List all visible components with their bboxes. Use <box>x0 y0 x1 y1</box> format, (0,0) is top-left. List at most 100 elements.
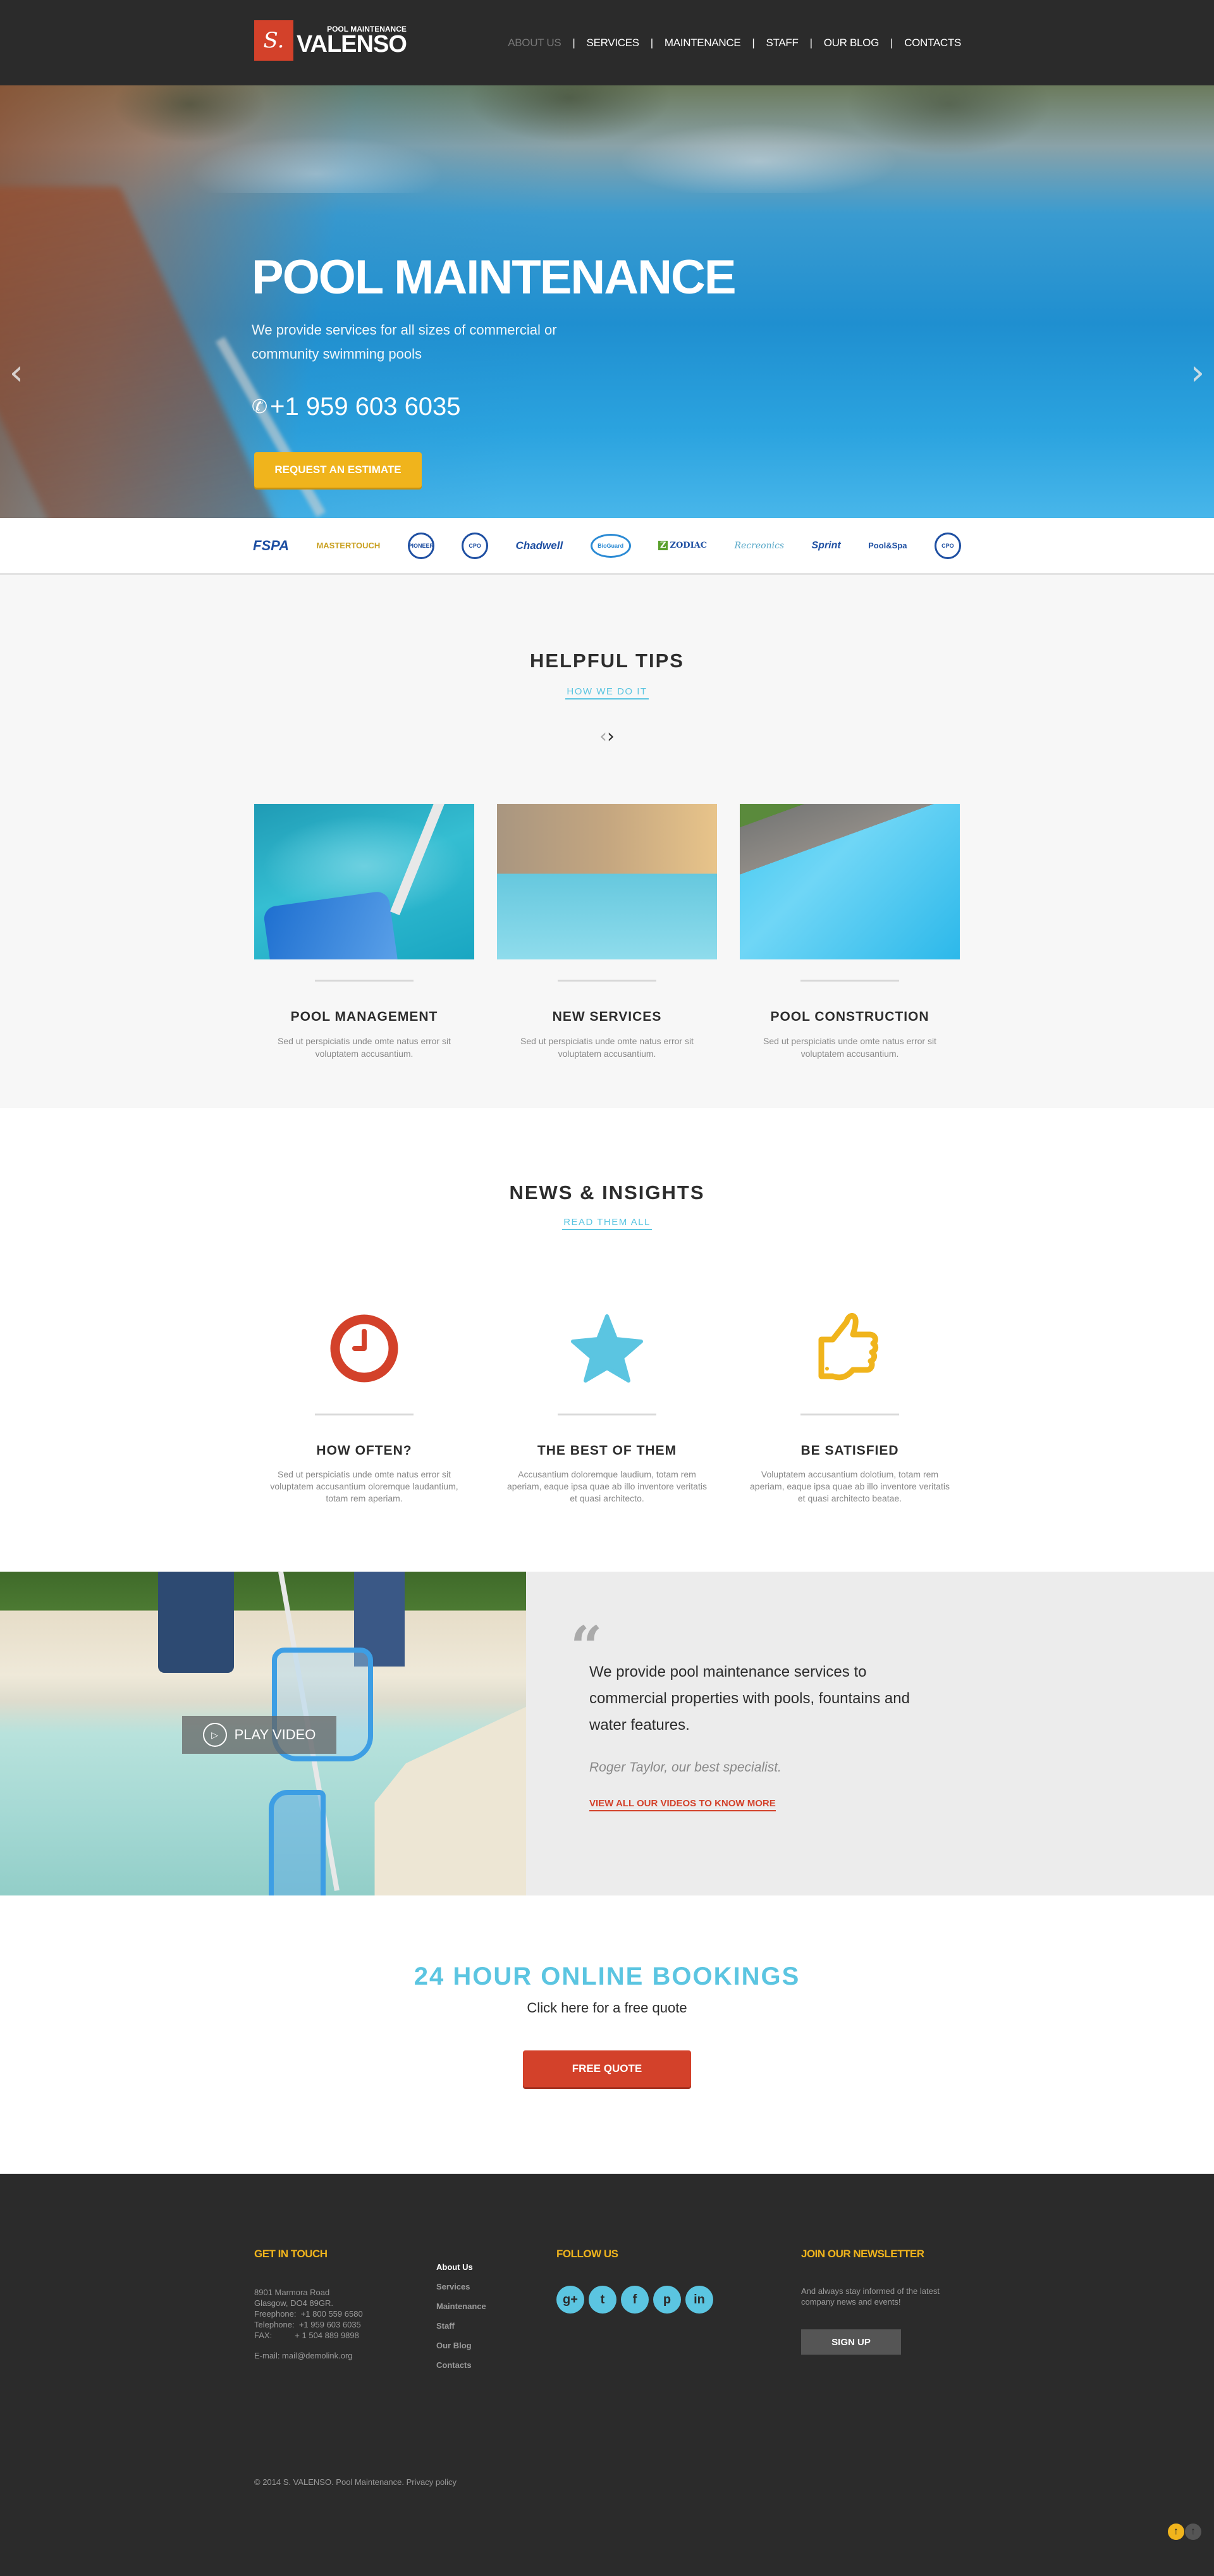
hero-phone: ✆ +1 959 603 6035 <box>252 393 735 421</box>
video-image-net <box>269 1790 326 1895</box>
tip-text: Sed ut perspiciatis unde omte natus erro… <box>278 1036 451 1059</box>
tip-text: Sed ut perspiciatis unde omte natus erro… <box>520 1036 694 1059</box>
partner-logo-zodiac: Z ZODIAC <box>658 541 707 550</box>
twitter-icon[interactable]: t <box>589 2286 616 2314</box>
free-quote-button[interactable]: FREE QUOTE <box>523 2050 691 2087</box>
footer-link-our-blog[interactable]: Our Blog <box>436 2341 486 2360</box>
logo-mark: S. <box>254 20 293 61</box>
footer-heading: JOIN OUR NEWSLETTER <box>801 2248 924 2260</box>
carousel-prev-icon[interactable]: ‹ <box>599 727 607 746</box>
slider-next-arrow-icon[interactable]: › <box>1185 354 1210 392</box>
copyright[interactable]: © 2014 S. VALENSO. Pool Maintenance. Pri… <box>254 2477 457 2487</box>
tip-image-pool-deck[interactable] <box>740 804 960 959</box>
footer-follow: FOLLOW US g+ t f p in <box>556 2248 718 2314</box>
tip-title[interactable]: POOL CONSTRUCTION <box>740 1009 960 1025</box>
view-all-videos-link[interactable]: VIEW ALL OUR VIDEOS TO KNOW MORE <box>589 1798 776 1811</box>
nav-separator: | <box>809 37 812 49</box>
slider-prev-arrow-icon[interactable]: ‹ <box>4 354 29 392</box>
facebook-icon[interactable]: f <box>621 2286 649 2314</box>
partner-logos: FSPA MASTERTOUCH PIONEER CPO Chadwell Bi… <box>0 518 1214 575</box>
tips-cards: POOL MANAGEMENT Sed ut perspiciatis unde… <box>254 804 960 1060</box>
newsletter-text: And always stay informed of the latest c… <box>801 2286 940 2307</box>
divider <box>558 1414 656 1415</box>
request-estimate-button[interactable]: REQUEST AN ESTIMATE <box>254 452 422 488</box>
play-video-label: PLAY VIDEO <box>234 1727 316 1742</box>
footer-link-contacts[interactable]: Contacts <box>436 2360 486 2380</box>
hero-slider: POOL MAINTENANCE We provide services for… <box>0 85 1214 518</box>
partner-logo-pioneer: PIONEER <box>407 532 434 559</box>
logo[interactable]: S. POOL MAINTENANCE VALENSO <box>254 20 407 61</box>
hero-background-image <box>0 85 1214 193</box>
footer-link-staff[interactable]: Staff <box>436 2321 486 2341</box>
zodiac-mark: Z <box>658 541 668 550</box>
pinterest-icon[interactable]: p <box>653 2286 681 2314</box>
quote-icon: “ <box>570 1613 603 1679</box>
nav-services[interactable]: SERVICES <box>587 37 640 49</box>
hero-description: We provide services for all sizes of com… <box>252 322 557 362</box>
footer-link-services[interactable]: Services <box>436 2282 486 2302</box>
divider <box>315 980 414 982</box>
footer-heading: GET IN TOUCH <box>254 2248 328 2260</box>
partner-logo-recreonics: Recreonics <box>734 540 785 551</box>
footer-email[interactable]: E-mail: mail@demolink.org <box>254 2351 363 2360</box>
social-links: g+ t f p in <box>556 2286 718 2314</box>
scroll-to-top-icon[interactable]: ↑ <box>1168 2524 1184 2540</box>
how-we-do-it-link[interactable]: HOW WE DO IT <box>565 686 649 699</box>
linkedin-icon[interactable]: in <box>685 2286 713 2314</box>
tip-image-skimmer[interactable] <box>254 804 474 959</box>
star-icon <box>497 1314 717 1383</box>
tip-title[interactable]: POOL MANAGEMENT <box>254 1009 474 1025</box>
partner-logo-cpo: CPO <box>462 532 489 559</box>
play-video-button[interactable]: ▷ PLAY VIDEO <box>182 1716 336 1754</box>
nav-maintenance[interactable]: MAINTENANCE <box>665 37 741 49</box>
nav-contacts[interactable]: CONTACTS <box>904 37 961 49</box>
carousel-next-icon[interactable]: › <box>607 727 615 746</box>
section-title: NEWS & INSIGHTS <box>509 1181 705 1204</box>
testimonial: “ We provide pool maintenance services t… <box>526 1572 1214 1895</box>
bookings-subtitle[interactable]: Click here for a free quote <box>0 2000 1214 2016</box>
read-them-all-link[interactable]: READ THEM ALL <box>562 1217 652 1230</box>
hero-deck-shape <box>0 187 285 518</box>
tip-image-pool-stone[interactable] <box>497 804 717 959</box>
news-title[interactable]: HOW OFTEN? <box>254 1443 474 1458</box>
divider <box>315 1414 414 1415</box>
nav-about-us[interactable]: ABOUT US <box>508 37 561 49</box>
footer-link-about-us[interactable]: About Us <box>436 2262 486 2282</box>
footer-newsletter: JOIN OUR NEWSLETTER And always stay info… <box>801 2248 959 2355</box>
news-title[interactable]: THE BEST OF THEM <box>497 1443 717 1458</box>
tip-title[interactable]: NEW SERVICES <box>497 1009 717 1025</box>
testimonial-quote: We provide pool maintenance services to … <box>589 1663 910 1734</box>
video-image-legs <box>158 1572 234 1673</box>
footer-address: 8901 Marmora Road Glasgow, DO4 89GR. Fre… <box>254 2288 363 2340</box>
logo-name: VALENSO <box>297 31 407 58</box>
nav-our-blog[interactable]: OUR BLOG <box>824 37 880 49</box>
video-thumbnail[interactable]: ▷ PLAY VIDEO <box>0 1572 526 1895</box>
zodiac-label: ZODIAC <box>670 541 708 550</box>
google-plus-icon[interactable]: g+ <box>556 2286 584 2314</box>
bookings-title: 24 HOUR ONLINE BOOKINGS <box>414 1963 800 1990</box>
news-item: HOW OFTEN? Sed ut perspiciatis unde omte… <box>254 1314 474 1505</box>
hero-title: POOL MAINTENANCE <box>252 250 737 304</box>
partner-logo-sprint: Sprint <box>811 539 841 551</box>
footer-heading: FOLLOW US <box>556 2248 618 2260</box>
news-text: Accusantium doloremque laudium, totam re… <box>507 1469 707 1503</box>
sign-up-button[interactable]: SIGN UP <box>801 2329 901 2355</box>
play-icon: ▷ <box>202 1723 227 1747</box>
news-title[interactable]: BE SATISFIED <box>740 1443 960 1458</box>
divider <box>800 980 899 982</box>
phone-icon: ✆ <box>252 397 268 417</box>
nav-separator: | <box>572 37 575 49</box>
nav-separator: | <box>752 37 755 49</box>
nav-staff[interactable]: STAFF <box>766 37 798 49</box>
nav-separator: | <box>650 37 653 49</box>
main-nav: ABOUT US | SERVICES | MAINTENANCE | STAF… <box>508 37 961 49</box>
partner-logo-fspa: FSPA <box>253 537 290 553</box>
scroll-to-top-icon[interactable]: ↑ <box>1185 2524 1201 2540</box>
news-item: THE BEST OF THEM Accusantium doloremque … <box>497 1314 717 1505</box>
clock-icon <box>254 1314 474 1383</box>
footer-link-maintenance[interactable]: Maintenance <box>436 2302 486 2321</box>
video-testimonial-section: ▷ PLAY VIDEO “ We provide pool maintenan… <box>0 1572 1214 1895</box>
partner-logo-cpo-instructors: CPO <box>934 532 961 559</box>
helpful-tips-section: HELPFUL TIPS HOW WE DO IT ‹ › POOL MANAG… <box>0 575 1214 1108</box>
news-text: Voluptatem accusantium dolotium, totam r… <box>750 1469 950 1503</box>
